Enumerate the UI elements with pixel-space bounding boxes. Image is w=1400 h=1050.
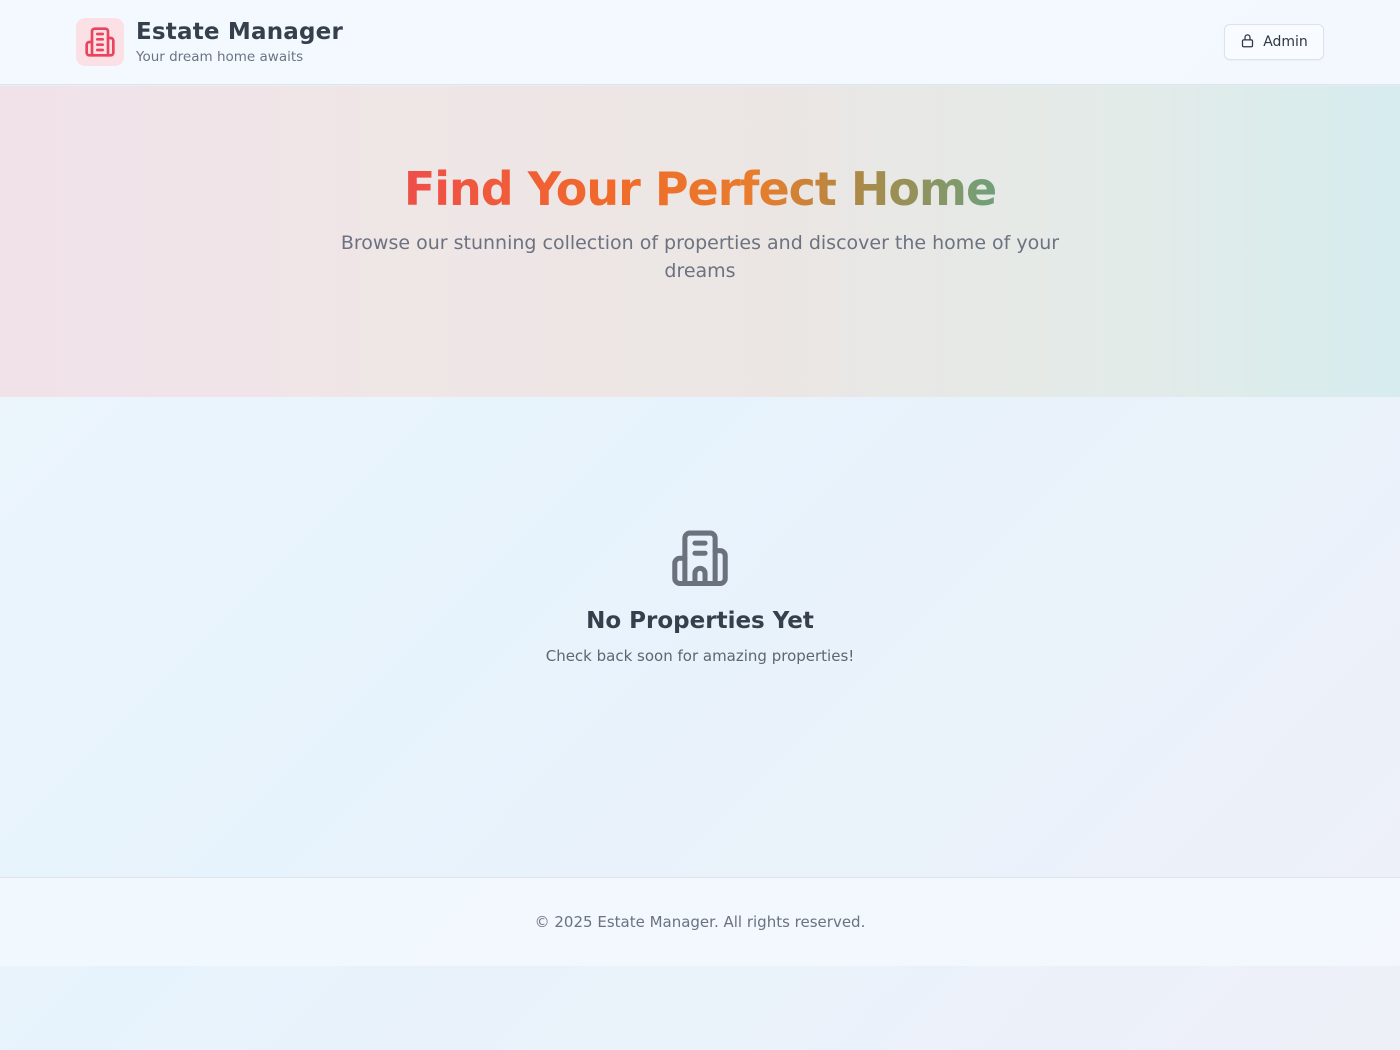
brand[interactable]: Estate Manager Your dream home awaits [76, 18, 343, 66]
building-icon [669, 528, 731, 586]
app-tagline: Your dream home awaits [136, 49, 304, 65]
hero-section: Find Your Perfect Home Browse our stunni… [0, 86, 1400, 397]
app-title: Estate Manager [136, 19, 344, 45]
building-icon [76, 18, 124, 66]
empty-state-message: Check back soon for amazing properties! [545, 647, 855, 665]
empty-state: No Properties Yet Check back soon for am… [0, 397, 1400, 877]
top-header: Estate Manager Your dream home awaits Ad… [0, 0, 1400, 85]
hero-title: Find Your Perfect Home [403, 162, 997, 216]
footer: © 2025 Estate Manager. All rights reserv… [0, 877, 1400, 966]
empty-state-title: No Properties Yet [586, 608, 814, 634]
hero-subtitle: Browse our stunning collection of proper… [340, 232, 1060, 282]
lock-icon [1240, 33, 1255, 52]
copyright-text: © 2025 Estate Manager. All rights reserv… [534, 913, 866, 931]
admin-button-label: Admin [1263, 34, 1308, 50]
admin-button[interactable]: Admin [1224, 24, 1324, 60]
